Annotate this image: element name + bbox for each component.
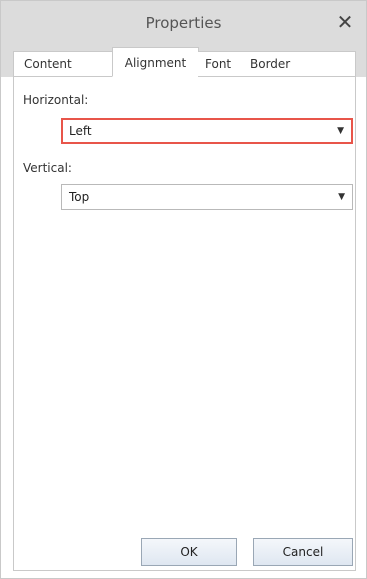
cancel-button[interactable]: Cancel [253,538,353,566]
horizontal-select[interactable]: Left ▼ [61,118,353,144]
tab-border[interactable]: Border [241,51,356,77]
tab-content[interactable]: Content [13,51,113,77]
close-icon[interactable]: ✕ [334,11,356,33]
tab-alignment[interactable]: Alignment [112,47,199,77]
vertical-label: Vertical: [23,161,72,175]
title-bar[interactable]: Properties ✕ [1,1,366,45]
horizontal-label: Horizontal: [23,93,89,107]
chevron-down-icon: ▼ [337,126,344,136]
tab-font[interactable]: Font [198,51,242,77]
properties-dialog: Properties ✕ Content Alignment Font Bord… [0,0,367,579]
vertical-select-value: Top [69,190,90,204]
chevron-down-icon: ▼ [338,192,345,202]
tab-panel [13,77,356,571]
ok-button[interactable]: OK [141,538,237,566]
horizontal-select-value: Left [69,124,92,138]
dialog-title: Properties [145,14,222,32]
vertical-select[interactable]: Top ▼ [61,184,353,210]
tab-strip: Content Alignment Font Border [1,45,366,77]
